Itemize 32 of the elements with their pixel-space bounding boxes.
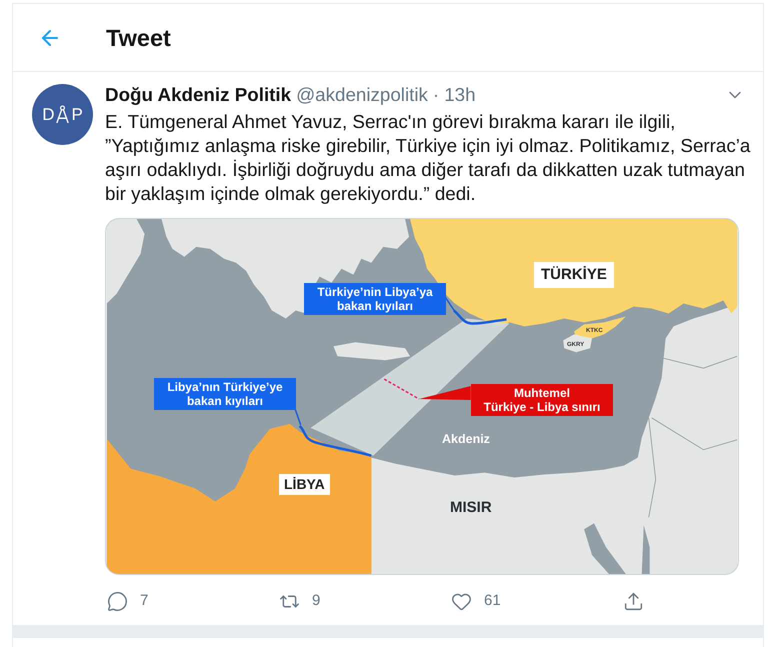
page-title: Tweet [106,24,171,52]
reply-icon [107,590,128,612]
map-callout: Türkiye’nin Libya’ya bakan kıyıları [304,283,446,315]
separator-dot: · [432,84,440,106]
callout-pointer [419,386,471,400]
like-button[interactable]: 61 [451,590,501,612]
dashed-border-line [384,378,420,400]
compass-icon [55,105,70,124]
retweet-button[interactable]: 9 [279,590,320,612]
avatar-letter: D [42,106,54,124]
share-icon [623,590,644,612]
map-label: LİBYA [279,474,330,495]
leader-line [444,296,456,312]
share-button[interactable] [623,590,644,612]
map-callout: Libya’nın Türkiye’ye bakan kıyıları [154,378,296,410]
leader-line [294,408,302,426]
reply-button[interactable]: 7 [107,590,148,612]
tweet-text: E. Tümgeneral Ahmet Yavuz, Serrac'ın görevi bırakma kararı ile ilgili, ”Yaptığımız anlaşma riske girebilir, Türkiye için iyi olmaz. Politikamız, Serrac’a aşırı odaklıydı. İşbirliği doğruydu ama diğer tarafı da dikkatten uzak tutmayan bir yaklaşım içinde olmak gerekiyordu.” dedi. [105,110,752,206]
heart-icon [451,590,472,612]
sea-inlet [584,523,626,574]
tweet-time[interactable]: 13h [444,84,476,106]
turkey-coastline [452,310,507,325]
south-cyprus-landmass [563,334,592,352]
map-label: Akdeniz [442,431,490,447]
avatar-letter: P [71,106,83,124]
author-name[interactable]: Doğu Akdeniz Politik [105,84,292,106]
map-callout: Muhtemel Türkiye - Libya sınırı [471,384,613,416]
sea-inlet [642,525,650,574]
author-handle[interactable]: @akdenizpolitik [296,84,428,106]
map-label: TÜRKİYE [534,262,614,288]
north-cyprus-landmass [574,316,626,340]
map-label: MISIR [450,498,492,517]
